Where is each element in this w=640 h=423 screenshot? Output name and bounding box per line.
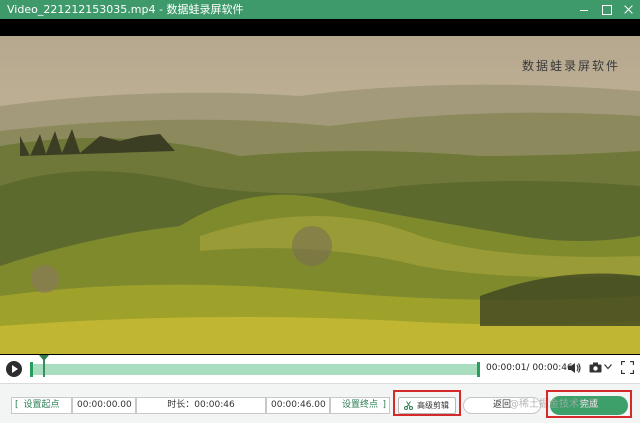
end-time-field[interactable]: 00:00:46.00 (266, 397, 330, 414)
app-name: 数据蛙录屏软件 (166, 3, 244, 16)
volume-icon[interactable] (567, 361, 581, 375)
window-title: Video_221212153035.mp4 - 数据蛙录屏软件 (7, 3, 243, 16)
set-start-button[interactable]: 设置起点 (11, 397, 72, 414)
play-button[interactable] (6, 361, 22, 377)
current-time: 00:00:01 (486, 363, 527, 373)
trim-toolbar: 设置起点 00:00:00.00 时长：00:00:46 00:00:46.00… (0, 383, 640, 423)
playhead[interactable] (39, 355, 49, 377)
set-end-button[interactable]: 设置终点 (330, 397, 390, 414)
title-bar: Video_221212153035.mp4 - 数据蛙录屏软件 (0, 0, 640, 19)
video-preview[interactable]: 数据蛙录屏软件 (0, 19, 640, 355)
trim-start-handle[interactable] (30, 362, 33, 377)
chevron-down-icon[interactable] (604, 364, 612, 370)
timeline-bar: 00:00:01/ 00:00:46 (0, 355, 640, 383)
file-name: Video_221212153035.mp4 (7, 3, 156, 16)
fullscreen-icon[interactable] (621, 361, 634, 374)
duration-value: 00:00:46 (194, 400, 235, 410)
camera-icon[interactable] (589, 362, 602, 373)
timeline-track[interactable] (32, 364, 479, 375)
highlight-box-finish (546, 390, 632, 418)
highlight-box-advanced (393, 390, 461, 416)
close-button[interactable] (617, 0, 639, 19)
trim-end-handle[interactable] (477, 362, 480, 377)
title-separator: - (155, 3, 167, 16)
start-time-field[interactable]: 00:00:00.00 (72, 397, 136, 414)
duration-label: 时长： (167, 400, 195, 410)
minimize-button[interactable] (573, 0, 595, 19)
time-readout: 00:00:01/ 00:00:46 (486, 363, 573, 373)
video-frame (0, 36, 640, 354)
video-watermark: 数据蛙录屏软件 (521, 59, 620, 73)
maximize-button[interactable] (595, 0, 617, 19)
duration-display: 时长：00:00:46 (136, 397, 266, 414)
